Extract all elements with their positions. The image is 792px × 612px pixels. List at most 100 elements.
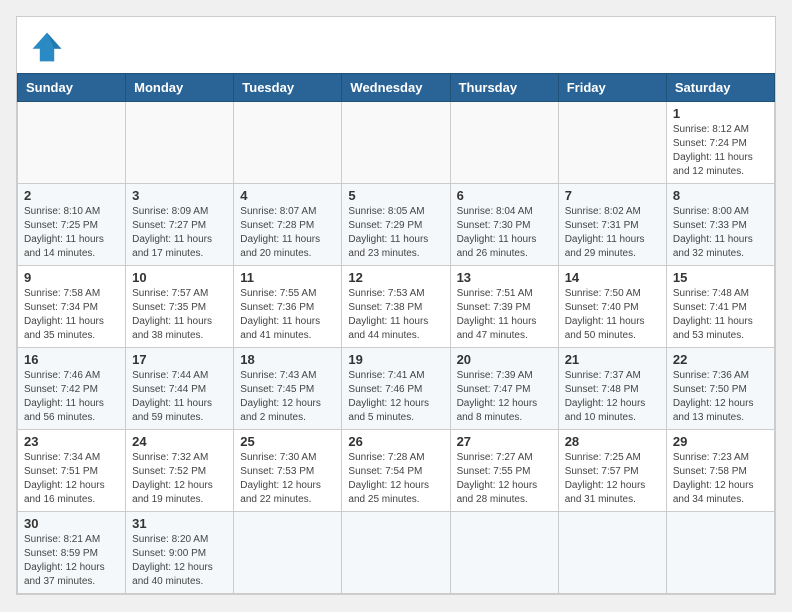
day-number: 25 (240, 434, 335, 449)
day-info: Sunrise: 8:12 AM Sunset: 7:24 PM Dayligh… (673, 123, 768, 179)
calendar-cell (558, 512, 666, 594)
day-number: 2 (24, 188, 119, 203)
calendar-week-row: 1 Sunrise: 8:12 AM Sunset: 7:24 PM Daylig… (18, 102, 775, 184)
calendar-cell (450, 102, 558, 184)
calendar-cell: 27 Sunrise: 7:27 AM Sunset: 7:55 PM Dayli… (450, 430, 558, 512)
weekday-header-sunday: Sunday (18, 74, 126, 102)
calendar-cell: 18Sunrise: 7:43 AM Sunset: 7:45 PM Dayli… (234, 348, 342, 430)
calendar-cell: 23 Sunrise: 7:34 AM Sunset: 7:51 PM Dayli… (18, 430, 126, 512)
day-number: 23 (24, 434, 119, 449)
day-info: Sunrise: 7:25 AM Sunset: 7:57 PM Dayligh… (565, 451, 660, 507)
day-info: Sunrise: 7:30 AM Sunset: 7:53 PM Dayligh… (240, 451, 335, 507)
day-number: 19 (348, 352, 443, 367)
calendar-week-row: 2 Sunrise: 8:10 AM Sunset: 7:25 PM Daylig… (18, 184, 775, 266)
day-info: Sunrise: 7:48 AM Sunset: 7:41 PM Dayligh… (673, 287, 768, 343)
day-number: 17 (132, 352, 227, 367)
calendar-cell: 21Sunrise: 7:37 AM Sunset: 7:48 PM Dayli… (558, 348, 666, 430)
day-info: Sunrise: 8:09 AM Sunset: 7:27 PM Dayligh… (132, 205, 227, 261)
day-info: Sunrise: 7:34 AM Sunset: 7:51 PM Dayligh… (24, 451, 119, 507)
weekday-header-thursday: Thursday (450, 74, 558, 102)
calendar-cell: 15 Sunrise: 7:48 AM Sunset: 7:41 PM Dayli… (666, 266, 774, 348)
calendar-cell (450, 512, 558, 594)
day-info: Sunrise: 7:51 AM Sunset: 7:39 PM Dayligh… (457, 287, 552, 343)
calendar-cell: 17 Sunrise: 7:44 AM Sunset: 7:44 PM Dayli… (126, 348, 234, 430)
calendar-cell: 25 Sunrise: 7:30 AM Sunset: 7:53 PM Dayli… (234, 430, 342, 512)
calendar-cell (666, 512, 774, 594)
calendar-cell: 31 Sunrise: 8:20 AM Sunset: 9:00 PM Dayli… (126, 512, 234, 594)
calendar-cell (234, 102, 342, 184)
logo (29, 29, 71, 65)
weekday-header-tuesday: Tuesday (234, 74, 342, 102)
day-info: Sunrise: 7:57 AM Sunset: 7:35 PM Dayligh… (132, 287, 227, 343)
calendar-cell: 29 Sunrise: 7:23 AM Sunset: 7:58 PM Dayli… (666, 430, 774, 512)
day-number: 6 (457, 188, 552, 203)
calendar-cell: 26 Sunrise: 7:28 AM Sunset: 7:54 PM Dayli… (342, 430, 450, 512)
day-number: 7 (565, 188, 660, 203)
day-info: Sunrise: 7:43 AM Sunset: 7:45 PM Dayligh… (240, 369, 335, 425)
calendar-cell: 24 Sunrise: 7:32 AM Sunset: 7:52 PM Dayli… (126, 430, 234, 512)
calendar-cell: 6Sunrise: 8:04 AM Sunset: 7:30 PM Daylig… (450, 184, 558, 266)
calendar-cell: 4Sunrise: 8:07 AM Sunset: 7:28 PM Daylig… (234, 184, 342, 266)
calendar-cell: 13 Sunrise: 7:51 AM Sunset: 7:39 PM Dayli… (450, 266, 558, 348)
calendar-body: 1 Sunrise: 8:12 AM Sunset: 7:24 PM Daylig… (18, 102, 775, 594)
header (17, 17, 775, 73)
day-number: 31 (132, 516, 227, 531)
day-number: 26 (348, 434, 443, 449)
day-info: Sunrise: 7:23 AM Sunset: 7:58 PM Dayligh… (673, 451, 768, 507)
calendar-week-row: 16Sunrise: 7:46 AM Sunset: 7:42 PM Dayli… (18, 348, 775, 430)
day-number: 8 (673, 188, 768, 203)
day-info: Sunrise: 7:44 AM Sunset: 7:44 PM Dayligh… (132, 369, 227, 425)
calendar-cell: 3 Sunrise: 8:09 AM Sunset: 7:27 PM Daylig… (126, 184, 234, 266)
day-number: 22 (673, 352, 768, 367)
weekday-header-saturday: Saturday (666, 74, 774, 102)
day-number: 30 (24, 516, 119, 531)
calendar-table: SundayMondayTuesdayWednesdayThursdayFrid… (17, 73, 775, 594)
calendar-cell: 9Sunrise: 7:58 AM Sunset: 7:34 PM Daylig… (18, 266, 126, 348)
day-info: Sunrise: 7:32 AM Sunset: 7:52 PM Dayligh… (132, 451, 227, 507)
day-number: 10 (132, 270, 227, 285)
day-info: Sunrise: 8:02 AM Sunset: 7:31 PM Dayligh… (565, 205, 660, 261)
day-info: Sunrise: 7:36 AM Sunset: 7:50 PM Dayligh… (673, 369, 768, 425)
day-number: 15 (673, 270, 768, 285)
day-number: 28 (565, 434, 660, 449)
day-info: Sunrise: 7:28 AM Sunset: 7:54 PM Dayligh… (348, 451, 443, 507)
calendar-cell: 30Sunrise: 8:21 AM Sunset: 8:59 PM Dayli… (18, 512, 126, 594)
day-number: 27 (457, 434, 552, 449)
day-info: Sunrise: 7:58 AM Sunset: 7:34 PM Dayligh… (24, 287, 119, 343)
calendar-header: SundayMondayTuesdayWednesdayThursdayFrid… (18, 74, 775, 102)
day-number: 13 (457, 270, 552, 285)
day-info: Sunrise: 8:10 AM Sunset: 7:25 PM Dayligh… (24, 205, 119, 261)
day-number: 1 (673, 106, 768, 121)
day-number: 29 (673, 434, 768, 449)
calendar-cell (18, 102, 126, 184)
day-info: Sunrise: 7:27 AM Sunset: 7:55 PM Dayligh… (457, 451, 552, 507)
calendar-cell: 12 Sunrise: 7:53 AM Sunset: 7:38 PM Dayli… (342, 266, 450, 348)
day-info: Sunrise: 8:20 AM Sunset: 9:00 PM Dayligh… (132, 533, 227, 589)
day-number: 12 (348, 270, 443, 285)
day-number: 20 (457, 352, 552, 367)
weekday-header-wednesday: Wednesday (342, 74, 450, 102)
calendar-cell: 8 Sunrise: 8:00 AM Sunset: 7:33 PM Daylig… (666, 184, 774, 266)
weekday-header-monday: Monday (126, 74, 234, 102)
day-info: Sunrise: 8:00 AM Sunset: 7:33 PM Dayligh… (673, 205, 768, 261)
calendar-cell (342, 102, 450, 184)
day-info: Sunrise: 7:41 AM Sunset: 7:46 PM Dayligh… (348, 369, 443, 425)
day-info: Sunrise: 7:46 AM Sunset: 7:42 PM Dayligh… (24, 369, 119, 425)
calendar-cell: 28 Sunrise: 7:25 AM Sunset: 7:57 PM Dayli… (558, 430, 666, 512)
day-number: 4 (240, 188, 335, 203)
day-number: 24 (132, 434, 227, 449)
calendar-page: SundayMondayTuesdayWednesdayThursdayFrid… (16, 16, 776, 595)
day-number: 3 (132, 188, 227, 203)
day-number: 14 (565, 270, 660, 285)
calendar-week-row: 9Sunrise: 7:58 AM Sunset: 7:34 PM Daylig… (18, 266, 775, 348)
weekday-header-friday: Friday (558, 74, 666, 102)
day-info: Sunrise: 7:55 AM Sunset: 7:36 PM Dayligh… (240, 287, 335, 343)
calendar-cell (234, 512, 342, 594)
calendar-cell: 1 Sunrise: 8:12 AM Sunset: 7:24 PM Daylig… (666, 102, 774, 184)
calendar-cell: 19 Sunrise: 7:41 AM Sunset: 7:46 PM Dayli… (342, 348, 450, 430)
day-number: 11 (240, 270, 335, 285)
day-info: Sunrise: 8:05 AM Sunset: 7:29 PM Dayligh… (348, 205, 443, 261)
calendar-cell (342, 512, 450, 594)
day-info: Sunrise: 7:39 AM Sunset: 7:47 PM Dayligh… (457, 369, 552, 425)
day-info: Sunrise: 7:53 AM Sunset: 7:38 PM Dayligh… (348, 287, 443, 343)
